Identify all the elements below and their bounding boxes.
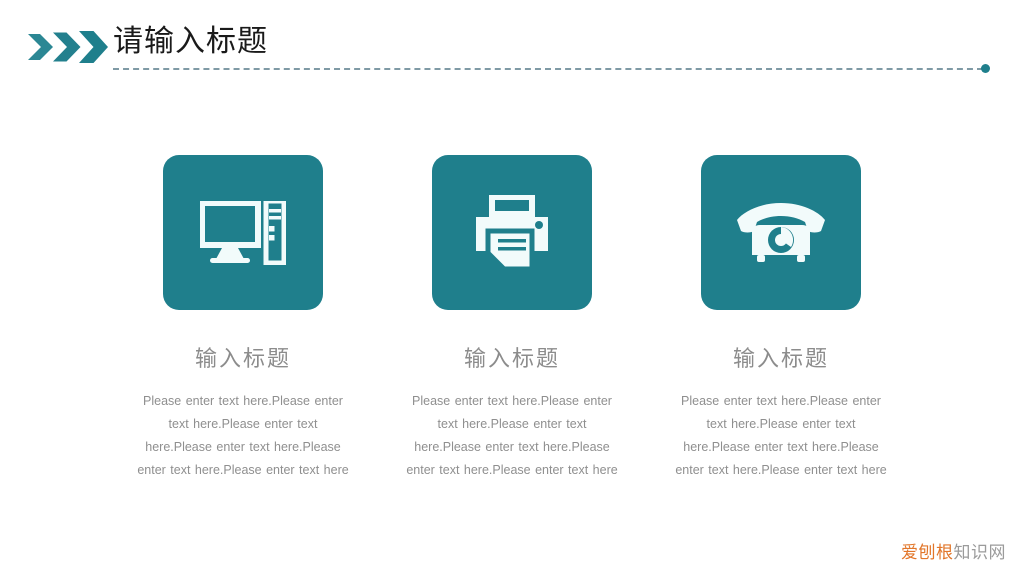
feature-column: 输入标题 Please enter text here.Please enter…: [119, 155, 368, 482]
desktop-computer-icon: [200, 200, 286, 265]
column-title: 输入标题: [732, 346, 829, 371]
header-divider-end-dot: [981, 64, 990, 73]
feature-column: 输入标题 Please enter text here.Please enter…: [657, 155, 906, 482]
slide: 请输入标题 输入标题 Please enter text here.Please…: [0, 0, 1024, 576]
header-divider: [113, 68, 983, 70]
icon-card-computer[interactable]: [163, 155, 323, 310]
column-title: 输入标题: [194, 346, 291, 371]
feature-column: 输入标题 Please enter text here.Please enter…: [388, 155, 637, 482]
column-body-text: Please enter text here.Please enter text…: [137, 394, 349, 477]
watermark-brand: 爱刨根: [901, 543, 954, 562]
column-title: 输入标题: [463, 346, 560, 371]
slide-header: 请输入标题: [0, 0, 1024, 90]
icon-card-printer[interactable]: [432, 155, 592, 310]
triple-chevron-right-icon: [26, 30, 108, 64]
feature-columns: 输入标题 Please enter text here.Please enter…: [0, 155, 1024, 515]
column-body-text: Please enter text here.Please enter text…: [406, 394, 618, 477]
printer-icon: [473, 194, 551, 271]
page-title: 请输入标题: [113, 25, 268, 58]
icon-card-telephone[interactable]: [701, 155, 861, 310]
column-body-text: Please enter text here.Please enter text…: [675, 394, 887, 477]
watermark: 爱刨根知识网: [901, 542, 1006, 564]
watermark-suffix: 知识网: [953, 543, 1006, 562]
telephone-icon: [735, 202, 827, 264]
